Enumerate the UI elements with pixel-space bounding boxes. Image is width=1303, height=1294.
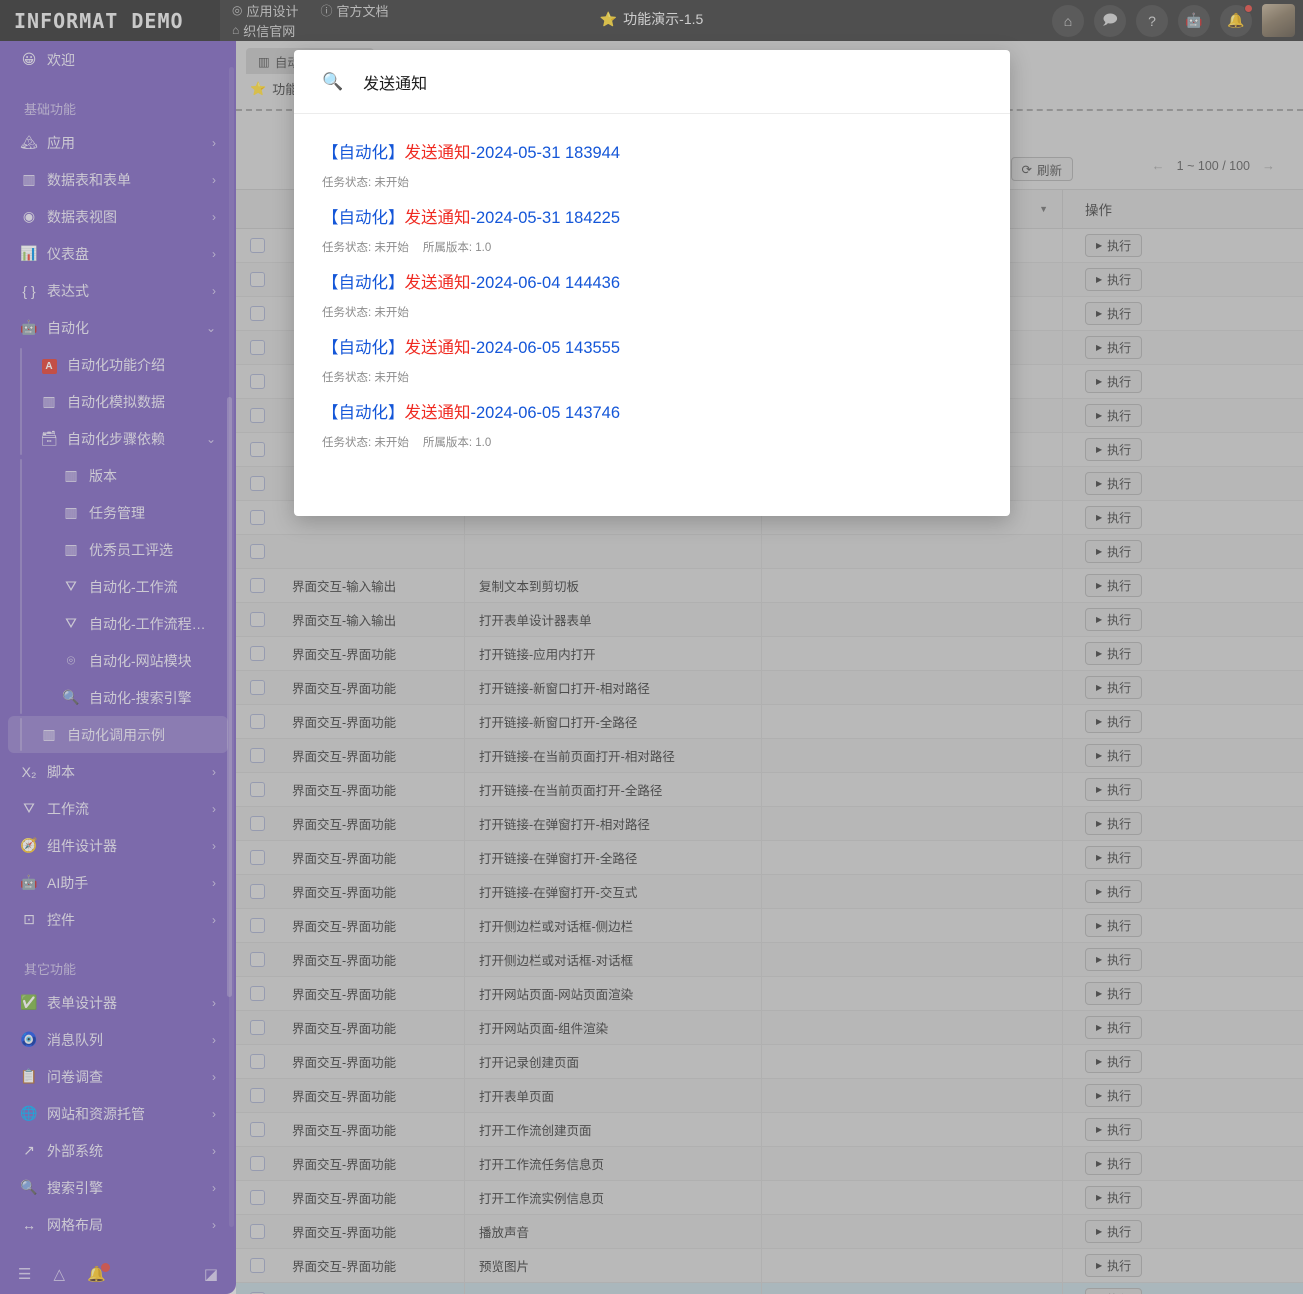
result-status: 任务状态: 未开始	[322, 239, 409, 255]
result-match: 发送通知	[405, 339, 471, 357]
result-suffix: -2024-06-05 143746	[471, 404, 621, 422]
search-icon: 🔍	[322, 72, 343, 92]
result-status: 任务状态: 未开始	[322, 434, 409, 450]
search-result-title[interactable]: 【自动化】发送通知-2024-06-05 143555	[322, 337, 982, 359]
search-results: 【自动化】发送通知-2024-05-31 183944任务状态: 未开始【自动化…	[294, 114, 1010, 450]
result-version: 所属版本: 1.0	[423, 434, 491, 450]
search-input[interactable]: 发送通知	[363, 70, 427, 94]
result-match: 发送通知	[405, 144, 471, 162]
result-suffix: -2024-05-31 184225	[471, 209, 621, 227]
search-result-meta: 任务状态: 未开始	[322, 369, 982, 385]
search-bar: 🔍 发送通知	[294, 50, 1010, 114]
search-result-title[interactable]: 【自动化】发送通知-2024-06-05 143746	[322, 402, 982, 424]
result-match: 发送通知	[405, 209, 471, 227]
search-dialog: 🔍 发送通知 【自动化】发送通知-2024-05-31 183944任务状态: …	[294, 50, 1010, 516]
result-prefix: 【自动化】	[322, 274, 405, 292]
search-result-title[interactable]: 【自动化】发送通知-2024-06-04 144436	[322, 272, 982, 294]
search-result-item[interactable]: 【自动化】发送通知-2024-05-31 183944 任务状态: 未开始	[322, 142, 982, 190]
result-prefix: 【自动化】	[322, 144, 405, 162]
result-match: 发送通知	[405, 274, 471, 292]
result-prefix: 【自动化】	[322, 339, 405, 357]
result-prefix: 【自动化】	[322, 209, 405, 227]
result-suffix: -2024-05-31 183944	[471, 144, 621, 162]
result-suffix: -2024-06-04 144436	[471, 274, 621, 292]
search-result-item[interactable]: 【自动化】发送通知-2024-06-05 143746 任务状态: 未开始所属版本…	[322, 402, 982, 450]
result-status: 任务状态: 未开始	[322, 369, 409, 385]
result-version: 所属版本: 1.0	[423, 239, 491, 255]
search-result-meta: 任务状态: 未开始	[322, 174, 982, 190]
result-match: 发送通知	[405, 404, 471, 422]
result-prefix: 【自动化】	[322, 404, 405, 422]
result-status: 任务状态: 未开始	[322, 174, 409, 190]
search-result-title[interactable]: 【自动化】发送通知-2024-05-31 184225	[322, 207, 982, 229]
search-result-meta: 任务状态: 未开始所属版本: 1.0	[322, 239, 982, 255]
search-result-meta: 任务状态: 未开始	[322, 304, 982, 320]
result-suffix: -2024-06-05 143555	[471, 339, 621, 357]
search-result-item[interactable]: 【自动化】发送通知-2024-06-05 143555 任务状态: 未开始	[322, 337, 982, 385]
search-result-item[interactable]: 【自动化】发送通知-2024-05-31 184225 任务状态: 未开始所属版本…	[322, 207, 982, 255]
search-result-meta: 任务状态: 未开始所属版本: 1.0	[322, 434, 982, 450]
search-result-title[interactable]: 【自动化】发送通知-2024-05-31 183944	[322, 142, 982, 164]
result-status: 任务状态: 未开始	[322, 304, 409, 320]
search-result-item[interactable]: 【自动化】发送通知-2024-06-04 144436 任务状态: 未开始	[322, 272, 982, 320]
